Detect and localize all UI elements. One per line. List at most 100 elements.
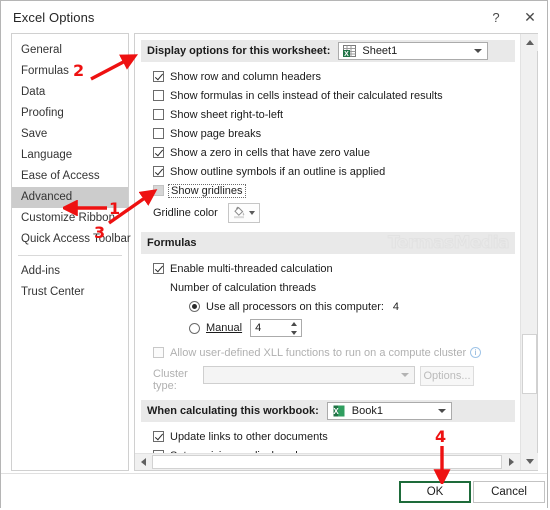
formulas-section-label: Formulas (147, 237, 197, 249)
dialog-body: General Formulas Data Proofing Save Lang… (1, 33, 547, 473)
radio-row-use-all-processors[interactable]: Use all processors on this computer: 4 (153, 297, 515, 316)
sidebar-item-save[interactable]: Save (12, 124, 128, 145)
options-pane: Display options for this worksheet: X Sh… (134, 33, 538, 471)
chevron-down-icon (525, 459, 534, 464)
checkbox-update-links[interactable] (153, 431, 164, 442)
checkbox-show-zero[interactable] (153, 147, 164, 158)
chevron-up-icon (525, 40, 534, 45)
label-show-zero: Show a zero in cells that have zero valu… (170, 146, 370, 159)
sidebar-item-trust-center[interactable]: Trust Center (12, 282, 128, 303)
paint-bucket-icon (232, 205, 246, 222)
cluster-type-select (203, 366, 415, 384)
ok-button[interactable]: OK (399, 481, 471, 503)
checkbox-show-gridlines[interactable] (153, 185, 164, 196)
checkbox-row-show-rtl[interactable]: Show sheet right-to-left (153, 105, 515, 124)
checkbox-show-page-breaks[interactable] (153, 128, 164, 139)
label-use-all-processors: Use all processors on this computer: (206, 300, 384, 313)
threads-label-row: Number of calculation threads (153, 278, 515, 297)
chevron-down-icon (437, 409, 446, 413)
chevron-up-icon[interactable] (291, 322, 298, 326)
workbook-select-value: Book1 (351, 405, 383, 417)
manual-threads-stepper[interactable]: 4 (250, 319, 303, 337)
sidebar-item-quick-access-toolbar[interactable]: Quick Access Toolbar (12, 229, 131, 250)
label-show-headers: Show row and column headers (170, 70, 322, 83)
window-controls: ? ✕ (479, 1, 547, 33)
sidebar-item-formulas[interactable]: Formulas (12, 61, 128, 82)
checkbox-row-multithread[interactable]: Enable multi-threaded calculation (153, 259, 515, 278)
radio-manual[interactable] (189, 322, 200, 334)
excel-options-dialog: Excel Options ? ✕ General Formulas Data … (0, 0, 548, 509)
sidebar-item-advanced[interactable]: Advanced (12, 187, 128, 208)
help-icon[interactable]: ? (479, 2, 513, 32)
gridline-color-button[interactable] (227, 203, 260, 223)
workbook-section-label: When calculating this workbook: (147, 405, 319, 417)
display-options-label: Display options for this worksheet: (147, 45, 331, 57)
label-manual: Manual (206, 322, 243, 334)
scroll-left-button[interactable] (135, 454, 152, 470)
options-scroll-area: Display options for this worksheet: X Sh… (135, 34, 519, 454)
sidebar-item-general[interactable]: General (12, 40, 128, 61)
chevron-right-icon (509, 458, 514, 466)
chevron-down-icon (401, 373, 409, 377)
sidebar: General Formulas Data Proofing Save Lang… (11, 33, 131, 471)
worksheet-select[interactable]: X Sheet1 (338, 42, 489, 60)
checkbox-enable-multithread[interactable] (153, 263, 164, 274)
checkbox-row-show-page-breaks[interactable]: Show page breaks (153, 124, 515, 143)
horizontal-scrollbar[interactable] (135, 453, 520, 470)
checkbox-allow-xll (153, 347, 164, 358)
cluster-type-label: Cluster type: (153, 368, 188, 392)
radio-row-manual[interactable]: Manual 4 (153, 316, 515, 340)
label-show-gridlines: Show gridlines (168, 183, 246, 198)
label-allow-xll: Allow user-defined XLL functions to run … (170, 346, 467, 359)
scroll-down-button[interactable] (521, 453, 538, 470)
checkbox-row-allow-xll: Allow user-defined XLL functions to run … (153, 343, 515, 362)
label-enable-multithread: Enable multi-threaded calculation (170, 262, 333, 275)
chevron-left-icon (141, 458, 146, 466)
checkbox-show-rtl[interactable] (153, 109, 164, 120)
sidebar-item-ease-of-access[interactable]: Ease of Access (12, 166, 128, 187)
formulas-section-header: Formulas TermasMedia (141, 232, 515, 254)
horizontal-scroll-thumb[interactable] (152, 455, 502, 469)
chevron-down-icon[interactable] (291, 331, 298, 335)
label-update-links: Update links to other documents (170, 430, 328, 443)
workbook-select[interactable]: X Book1 (326, 402, 452, 420)
checkbox-row-update-links[interactable]: Update links to other documents (153, 427, 515, 446)
vertical-scrollbar[interactable] (520, 34, 538, 470)
checkbox-row-show-zero[interactable]: Show a zero in cells that have zero valu… (153, 143, 515, 162)
label-show-outline: Show outline symbols if an outline is ap… (170, 165, 386, 178)
sidebar-item-language[interactable]: Language (12, 145, 128, 166)
checkbox-row-show-formulas[interactable]: Show formulas in cells instead of their … (153, 86, 515, 105)
sidebar-item-proofing[interactable]: Proofing (12, 103, 128, 124)
info-icon: i (470, 347, 482, 358)
svg-text:X: X (345, 51, 350, 57)
checkbox-row-show-outline[interactable]: Show outline symbols if an outline is ap… (153, 162, 515, 181)
checkbox-show-formulas[interactable] (153, 90, 164, 101)
vertical-scroll-thumb[interactable] (522, 334, 537, 394)
workbook-section-header: When calculating this workbook: X Book1 (141, 400, 515, 422)
gridline-color-row: Gridline color (153, 200, 515, 226)
worksheet-select-value: Sheet1 (362, 45, 398, 57)
chevron-down-icon (249, 211, 256, 215)
value-processor-count: 4 (392, 300, 400, 313)
manual-threads-value: 4 (255, 322, 262, 334)
close-icon[interactable]: ✕ (513, 2, 547, 32)
title-bar: Excel Options ? ✕ (1, 1, 547, 33)
stepper-arrows[interactable] (291, 322, 298, 335)
checkbox-row-show-gridlines[interactable]: Show gridlines (153, 181, 515, 200)
cancel-button[interactable]: Cancel (473, 481, 545, 503)
page-title: Excel Options (13, 9, 95, 25)
checkbox-show-headers[interactable] (153, 71, 164, 82)
radio-use-all-processors[interactable] (189, 301, 200, 312)
scroll-right-button[interactable] (503, 454, 520, 470)
sidebar-item-customize-ribbon[interactable]: Customize Ribbon (12, 208, 128, 229)
checkbox-row-show-headers[interactable]: Show row and column headers (153, 67, 515, 86)
checkbox-show-outline[interactable] (153, 166, 164, 177)
watermark: TermasMedia (388, 233, 510, 254)
cluster-options-button: Options... (420, 366, 474, 386)
display-options-header: Display options for this worksheet: X Sh… (141, 40, 515, 62)
scroll-up-button[interactable] (521, 34, 538, 51)
excel-file-icon: X (333, 405, 345, 417)
label-number-of-threads: Number of calculation threads (170, 281, 317, 294)
sidebar-item-data[interactable]: Data (12, 82, 128, 103)
sidebar-item-add-ins[interactable]: Add-ins (12, 261, 128, 282)
